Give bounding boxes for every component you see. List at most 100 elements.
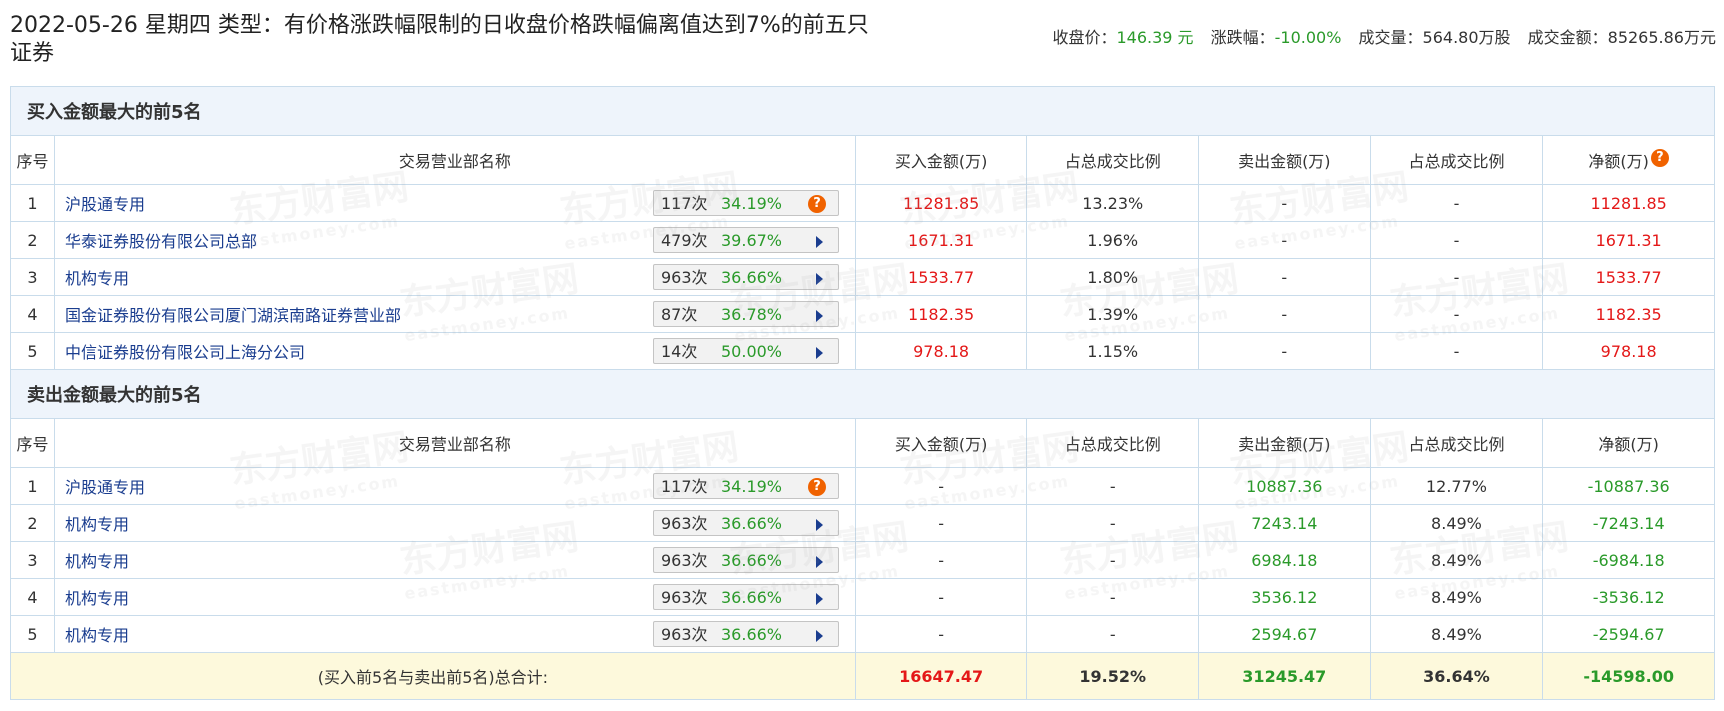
sell-ratio-cell: -	[1369, 184, 1544, 222]
buy-ratio-cell: -	[1026, 467, 1200, 505]
column-header: 占总成交比例	[1369, 135, 1544, 185]
column-header-label: 序号	[16, 152, 49, 171]
net-amount-cell: 1671.31	[1542, 221, 1715, 259]
column-header-label: 占总成交比例	[1408, 152, 1505, 171]
change-label: 涨跌幅：	[1210, 28, 1275, 47]
help-icon[interactable]: ?	[1650, 149, 1669, 167]
play-arrow-icon[interactable]	[816, 519, 823, 531]
branch-name-cell: 机构专用 963次 36.66%	[54, 504, 856, 542]
rank-cell: 4	[10, 295, 55, 333]
net-amount-cell: 978.18	[1542, 332, 1715, 370]
table-row: 4 机构专用 963次 36.66% - -3536.12 8.49% -3536.12	[10, 578, 1715, 616]
buy-ratio-cell: 1.96%	[1026, 221, 1200, 259]
buy-ratio-cell: 1.39%	[1026, 295, 1200, 333]
play-arrow-icon[interactable]	[816, 310, 823, 322]
rank-cell: 1	[10, 467, 55, 505]
win-rate: 34.19%	[721, 477, 783, 496]
total-buy-ratio: 19.52%	[1026, 652, 1200, 700]
column-header-label: 买入金额(万)	[894, 152, 988, 171]
rank-cell: 4	[10, 578, 55, 616]
close-label: 收盘价：	[1052, 28, 1117, 47]
branch-name-cell: 沪股通专用 117次 34.19%?	[54, 184, 856, 222]
branch-link[interactable]: 机构专用	[65, 622, 129, 646]
play-arrow-icon[interactable]	[816, 347, 823, 359]
buy-ratio-cell: -	[1026, 504, 1200, 542]
branch-link[interactable]: 机构专用	[65, 548, 129, 572]
buy-amount-cell: -	[854, 578, 1028, 616]
buy-ratio-cell: 1.80%	[1026, 258, 1200, 296]
branch-stats-chip[interactable]: 963次 36.66%	[653, 584, 839, 610]
sell_section-title: 卖出金额最大的前5名	[10, 369, 1715, 419]
buy-amount-cell: 1182.35	[854, 295, 1028, 333]
buy-amount-cell: 1671.31	[854, 221, 1028, 259]
sell-amount-cell: 10887.36	[1198, 467, 1371, 505]
sell_section-header-row: 序号 交易营业部名称 买入金额(万) 占总成交比例 卖出金额(万) 占总成交比例 净额(万)	[10, 418, 1715, 468]
listing-count: 117次	[661, 477, 708, 496]
branch-stats-chip[interactable]: 117次 34.19%?	[653, 473, 839, 499]
branch-stats-chip[interactable]: 963次 36.66%	[653, 621, 839, 647]
branch-link[interactable]: 沪股通专用	[65, 191, 145, 215]
total-buy: 16647.47	[854, 652, 1028, 700]
sell-ratio-cell: 8.49%	[1369, 578, 1544, 616]
branch-link[interactable]: 华泰证券股份有限公司总部	[65, 228, 257, 252]
play-arrow-icon[interactable]	[816, 273, 823, 285]
win-rate: 36.78%	[721, 305, 783, 324]
buy-ratio-cell: 13.23%	[1026, 184, 1200, 222]
play-arrow-icon[interactable]	[816, 556, 823, 568]
column-header: 序号	[10, 418, 55, 468]
column-header-label: 序号	[16, 435, 49, 454]
column-header: 交易营业部名称	[54, 418, 856, 468]
buy-amount-cell: -	[854, 615, 1028, 653]
branch-link[interactable]: 机构专用	[65, 511, 129, 535]
table-row: 1 沪股通专用 117次 34.19%? - -10887.36 12.77% -10887.…	[10, 467, 1715, 505]
amount-value: 85265.86万元	[1607, 28, 1716, 47]
sell-ratio-cell: -	[1369, 332, 1544, 370]
buy-ratio-cell: -	[1026, 541, 1200, 579]
branch-stats-chip[interactable]: 117次 34.19%?	[653, 190, 839, 216]
play-arrow-icon[interactable]	[816, 593, 823, 605]
column-header: 交易营业部名称	[54, 135, 856, 185]
net-amount-cell: -3536.12	[1542, 578, 1715, 616]
column-header: 卖出金额(万)	[1198, 418, 1371, 468]
column-header-label: 卖出金额(万)	[1238, 152, 1331, 171]
table-row: 3 机构专用 963次 36.66% - -6984.18 8.49% -6984.18	[10, 541, 1715, 579]
table-row: 5 机构专用 963次 36.66% - -2594.67 8.49% -2594.67	[10, 615, 1715, 653]
play-arrow-icon[interactable]	[816, 630, 823, 642]
sell-amount-cell: -	[1198, 332, 1371, 370]
sell-amount-cell: -	[1198, 184, 1371, 222]
sell-ratio-cell: 8.49%	[1369, 541, 1544, 579]
page-header: 2022-05-26 星期四 类型：有价格涨跌幅限制的日收盘价格跌幅偏离值达到7…	[10, 12, 1724, 72]
column-header: 序号	[10, 135, 55, 185]
net-amount-cell: 11281.85	[1542, 184, 1715, 222]
listing-count: 963次	[661, 268, 708, 287]
rank-cell: 2	[10, 221, 55, 259]
rank-cell: 3	[10, 258, 55, 296]
buy-amount-cell: -	[854, 467, 1028, 505]
sell_section-title-row: 卖出金额最大的前5名	[10, 369, 1715, 419]
column-header: 净额(万)	[1542, 418, 1715, 468]
page-title: 2022-05-26 星期四 类型：有价格涨跌幅限制的日收盘价格跌幅偏离值达到7…	[10, 13, 869, 66]
branch-link[interactable]: 国金证券股份有限公司厦门湖滨南路证券营业部	[65, 302, 401, 326]
branch-stats-chip[interactable]: 14次 50.00%	[653, 338, 839, 364]
branch-stats-chip[interactable]: 963次 36.66%	[653, 510, 839, 536]
buy-amount-cell: 11281.85	[854, 184, 1028, 222]
question-icon[interactable]: ?	[808, 478, 826, 496]
question-icon[interactable]: ?	[808, 195, 826, 213]
branch-stats-chip[interactable]: 963次 36.66%	[653, 547, 839, 573]
rank-cell: 3	[10, 541, 55, 579]
sell-amount-cell: -	[1198, 295, 1371, 333]
play-arrow-icon[interactable]	[816, 236, 823, 248]
branch-stats-chip[interactable]: 87次 36.78%	[653, 301, 839, 327]
listing-count: 963次	[661, 514, 708, 533]
win-rate: 36.66%	[721, 625, 783, 644]
branch-link[interactable]: 机构专用	[65, 585, 129, 609]
branch-link[interactable]: 沪股通专用	[65, 474, 145, 498]
branch-stats-chip[interactable]: 479次 39.67%	[653, 227, 839, 253]
branch-stats-chip[interactable]: 963次 36.66%	[653, 264, 839, 290]
column-header: 买入金额(万)	[854, 418, 1028, 468]
branch-link[interactable]: 机构专用	[65, 265, 129, 289]
column-header: 卖出金额(万)	[1198, 135, 1371, 185]
branch-link[interactable]: 中信证券股份有限公司上海分公司	[65, 339, 305, 363]
column-header-label: 交易营业部名称	[398, 435, 511, 454]
net-amount-cell: -10887.36	[1542, 467, 1715, 505]
